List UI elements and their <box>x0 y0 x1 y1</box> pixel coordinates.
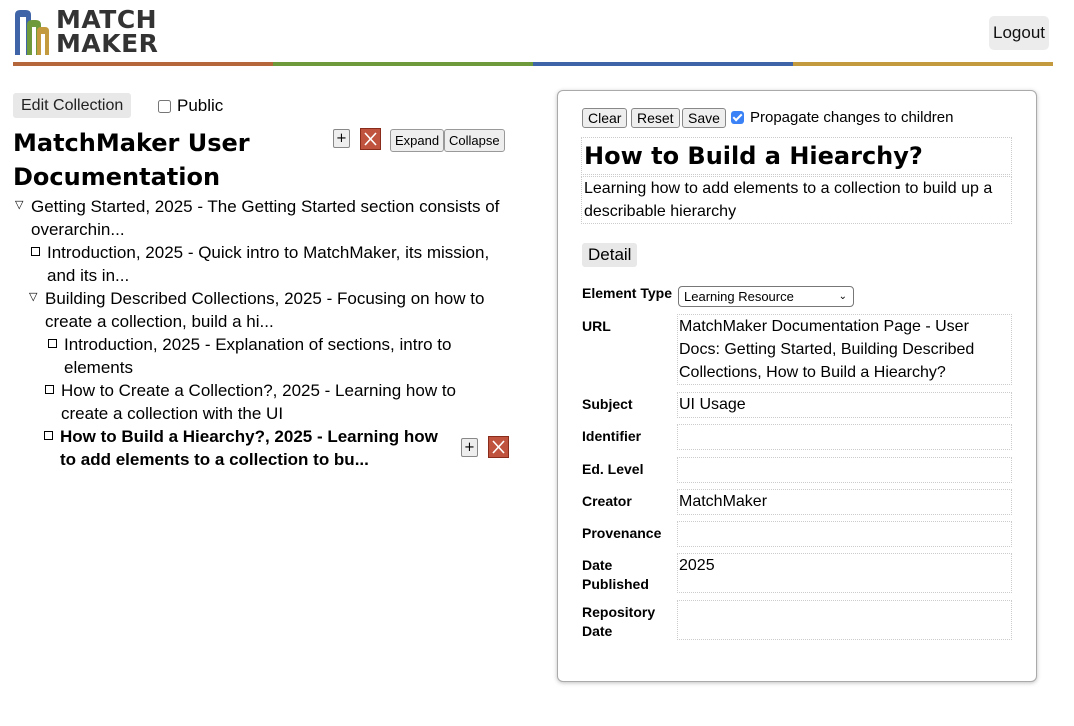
tree-item-label: Introduction, 2025 - Quick intro to Matc… <box>47 243 490 285</box>
color-bar-segment <box>273 62 533 66</box>
tree-item-label: How to Create a Collection?, 2025 - Lear… <box>61 381 457 423</box>
triangle-down-icon[interactable]: ▽ <box>29 286 37 309</box>
close-icon <box>364 132 377 146</box>
collapse-button[interactable]: Collapse <box>444 129 505 152</box>
element-type-label: Element Type <box>582 285 672 301</box>
tree-item-create-collection[interactable]: How to Create a Collection?, 2025 - Lear… <box>45 379 501 425</box>
logo-mark-icon <box>15 10 49 55</box>
triangle-down-icon[interactable]: ▽ <box>15 194 23 217</box>
clear-button[interactable]: Clear <box>582 108 628 128</box>
header-color-bar <box>13 62 1053 66</box>
expand-button[interactable]: Expand <box>390 129 445 152</box>
tree-item-introduction-sections[interactable]: Introduction, 2025 - Explanation of sect… <box>48 333 464 379</box>
url-label: URL <box>582 318 611 334</box>
edit-collection-button[interactable]: Edit Collection <box>13 93 132 118</box>
subject-field[interactable]: UI Usage <box>677 392 1012 418</box>
public-checkbox[interactable] <box>158 99 171 113</box>
public-toggle[interactable]: Public <box>156 96 223 116</box>
tree-item-label: Introduction, 2025 - Explanation of sect… <box>64 335 452 377</box>
tree-item-build-hierarchy-selected[interactable]: How to Build a Hiearchy?, 2025 - Learnin… <box>44 425 440 471</box>
public-label: Public <box>177 96 224 115</box>
propagate-toggle[interactable]: Propagate changes to children <box>731 109 953 126</box>
collection-title: MatchMaker User Documentation <box>13 129 250 191</box>
repository-date-field[interactable] <box>677 600 1012 640</box>
save-button[interactable]: Save <box>682 108 726 128</box>
leaf-square-icon <box>31 247 40 256</box>
tree-item-getting-started[interactable]: ▽ Getting Started, 2025 - The Getting St… <box>15 195 501 241</box>
logout-button[interactable]: Logout <box>989 16 1049 50</box>
element-type-select[interactable]: Learning Resource ⌄ <box>678 286 854 307</box>
identifier-field[interactable] <box>677 424 1012 450</box>
add-child-button[interactable]: + <box>461 438 478 457</box>
element-type-value: Learning Resource <box>684 289 794 304</box>
close-icon <box>492 440 505 454</box>
subject-label: Subject <box>582 396 633 412</box>
url-field[interactable]: MatchMaker Documentation Page - User Doc… <box>677 314 1012 385</box>
matchmaker-logo: MATCH MAKER <box>14 5 174 58</box>
add-child-button[interactable]: + <box>333 129 350 148</box>
logo-text: MATCH MAKER <box>56 5 159 58</box>
color-bar-segment <box>793 62 1053 66</box>
leaf-square-icon <box>45 385 54 394</box>
tree-item-introduction[interactable]: Introduction, 2025 - Quick intro to Matc… <box>31 241 497 287</box>
reset-button[interactable]: Reset <box>631 108 680 128</box>
date-published-label: Date Published <box>582 557 649 592</box>
ed-level-field[interactable] <box>677 457 1012 483</box>
tree-item-building-collections[interactable]: ▽ Building Described Collections, 2025 -… <box>29 287 485 333</box>
tree-item-label: Getting Started, 2025 - The Getting Star… <box>31 197 500 239</box>
item-title-field[interactable]: How to Build a Hiearchy? <box>581 137 1012 175</box>
propagate-label: Propagate changes to children <box>750 109 954 126</box>
detail-tab[interactable]: Detail <box>582 243 638 267</box>
delete-collection-button[interactable] <box>360 128 381 150</box>
provenance-field[interactable] <box>677 521 1012 547</box>
delete-item-button[interactable] <box>488 436 509 458</box>
tree-item-label: How to Build a Hiearchy?, 2025 - Learnin… <box>60 427 438 469</box>
creator-field[interactable]: MatchMaker <box>677 489 1012 515</box>
date-published-field[interactable]: 2025 <box>677 553 1012 593</box>
propagate-checkbox[interactable] <box>731 111 744 124</box>
chevron-down-icon: ⌄ <box>838 291 847 302</box>
ed-level-label: Ed. Level <box>582 461 644 477</box>
provenance-label: Provenance <box>582 525 662 541</box>
color-bar-segment <box>533 62 793 66</box>
repository-date-label: Repository Date <box>582 604 656 639</box>
identifier-label: Identifier <box>582 428 642 444</box>
item-description-field[interactable]: Learning how to add elements to a collec… <box>581 176 1012 224</box>
color-bar-segment <box>13 62 273 66</box>
leaf-square-icon <box>48 339 57 348</box>
creator-label: Creator <box>582 493 632 509</box>
tree-item-label: Building Described Collections, 2025 - F… <box>45 289 485 331</box>
leaf-square-icon <box>44 431 53 440</box>
